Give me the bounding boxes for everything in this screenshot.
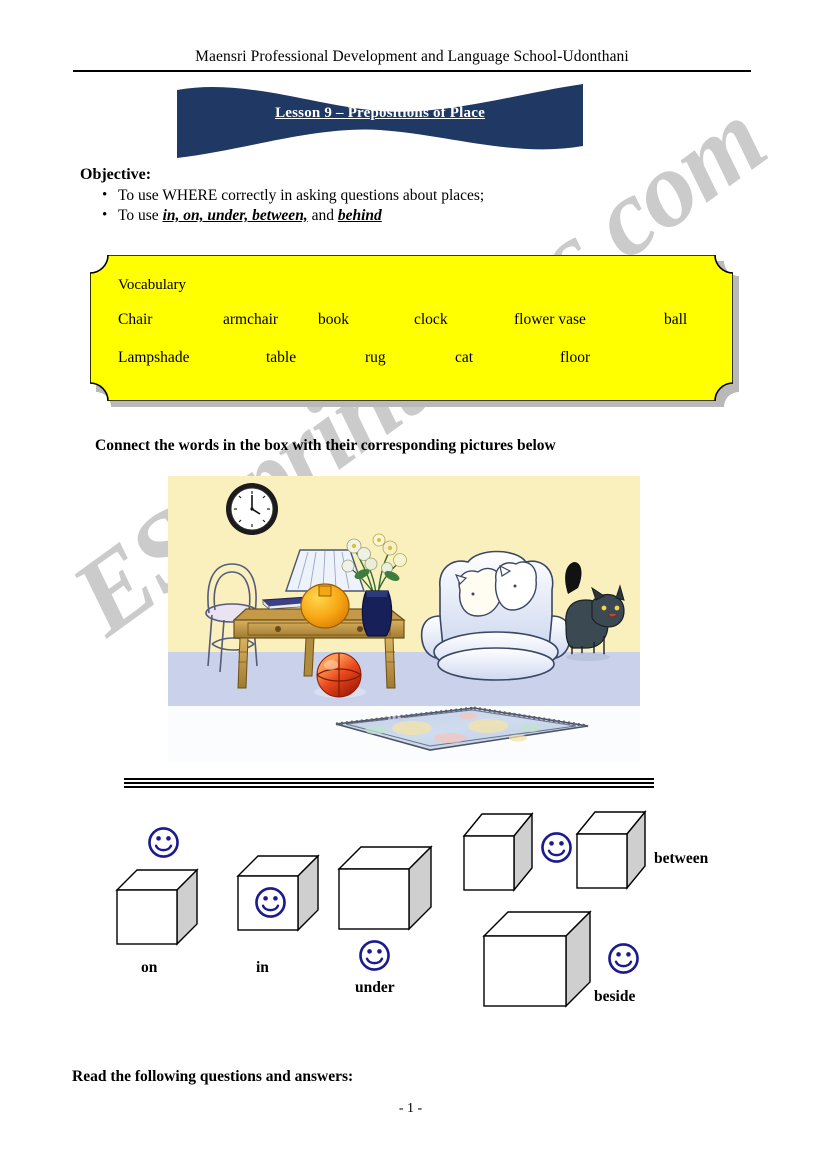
school-header: Maensri Professional Development and Lan… [195,48,629,65]
vocabulary-row-2: Lampshade table rug cat floor [118,349,707,387]
cube-between-right [575,810,647,890]
preposition-label-under: under [355,979,395,996]
objective-item-2-mid: and [307,207,338,224]
vocab-word-flower-vase: flower vase [514,311,586,328]
smiley-icon [148,827,179,858]
preposition-between: between [462,810,722,910]
smiley-icon [541,832,572,863]
vocab-word-floor: floor [560,349,591,366]
objective-item-1: To use WHERE correctly in asking questio… [80,185,680,206]
vocab-word-cat: cat [455,349,474,366]
cube-icon [115,868,199,946]
objective-item-2-emphasis: in, on, under, between, [162,207,308,224]
cube-icon [482,910,592,1008]
preposition-label-on: on [141,959,158,976]
vocab-word-rug: rug [365,349,386,366]
divider-line-1 [124,778,654,780]
vocabulary-box: Vocabulary Chair armchair book clock flo… [90,255,733,401]
preposition-label-beside: beside [594,988,636,1005]
smiley-icon [359,940,390,971]
vase [361,590,393,637]
objective-section: Objective: To use WHERE correctly in ask… [80,166,680,226]
clock [226,483,278,535]
preposition-in: in [236,854,346,999]
vocab-word-book: book [318,311,349,328]
vocab-word-table: table [266,349,297,366]
page-number: - 1 - [398,1101,423,1116]
divider-line-3 [124,786,654,788]
vocab-word-ball: ball [664,311,688,328]
cube-beside [482,910,592,1010]
vocabulary-content: Vocabulary Chair armchair book clock flo… [90,255,733,401]
objective-item-1-text: To use WHERE correctly in asking questio… [118,187,485,204]
cube-icon [575,810,647,890]
connect-instruction: Connect the words in the box with their … [95,437,556,454]
smiley-icon [255,887,286,918]
divider-line-2 [124,782,654,784]
smiley-face-in [254,886,287,919]
banner-title: Lesson 9 – Prepositions of Place [275,105,485,121]
lesson-banner: Lesson 9 – Prepositions of Place [175,80,585,162]
cube-under [337,845,433,933]
cube-on [115,868,199,948]
header-divider-rule [73,70,751,72]
cube-between-left [462,812,534,892]
smiley-face-between [540,831,573,864]
vocab-word-clock: clock [414,311,448,328]
objective-item-2-pre: To use [118,207,163,224]
preposition-beside: beside [482,910,712,1030]
objective-item-2: To use in, on, under, between, and behin… [80,205,680,226]
cube-icon [337,845,433,931]
objective-item-2-emphasis-2: behind [337,207,382,224]
vocabulary-label: Vocabulary [118,277,187,293]
armchair [420,550,572,681]
room-illustration [168,476,640,762]
objective-heading: Objective: [80,166,152,183]
preposition-label-between: between [654,850,709,867]
room-scene-svg [168,476,640,762]
smiley-face-on [147,826,180,859]
vocab-word-lampshade: Lampshade [118,349,190,366]
worksheet-page: ESLprintables.com Maensri Professional D… [0,0,821,1169]
vocabulary-row-1: Chair armchair book clock flower vase ba… [118,311,707,349]
objective-list: To use WHERE correctly in asking questio… [80,185,680,226]
smiley-face-under [358,939,391,972]
read-instruction: Read the following questions and answers… [72,1068,354,1085]
smiley-face-beside [607,942,640,975]
vocab-word-chair: Chair [118,311,153,328]
preposition-on: on [110,826,220,996]
preposition-label-in: in [256,959,269,976]
smiley-icon [608,943,639,974]
cube-icon [462,812,534,892]
preposition-under: under [337,845,467,1010]
section-divider [124,778,654,788]
vocab-word-armchair: armchair [223,311,279,328]
